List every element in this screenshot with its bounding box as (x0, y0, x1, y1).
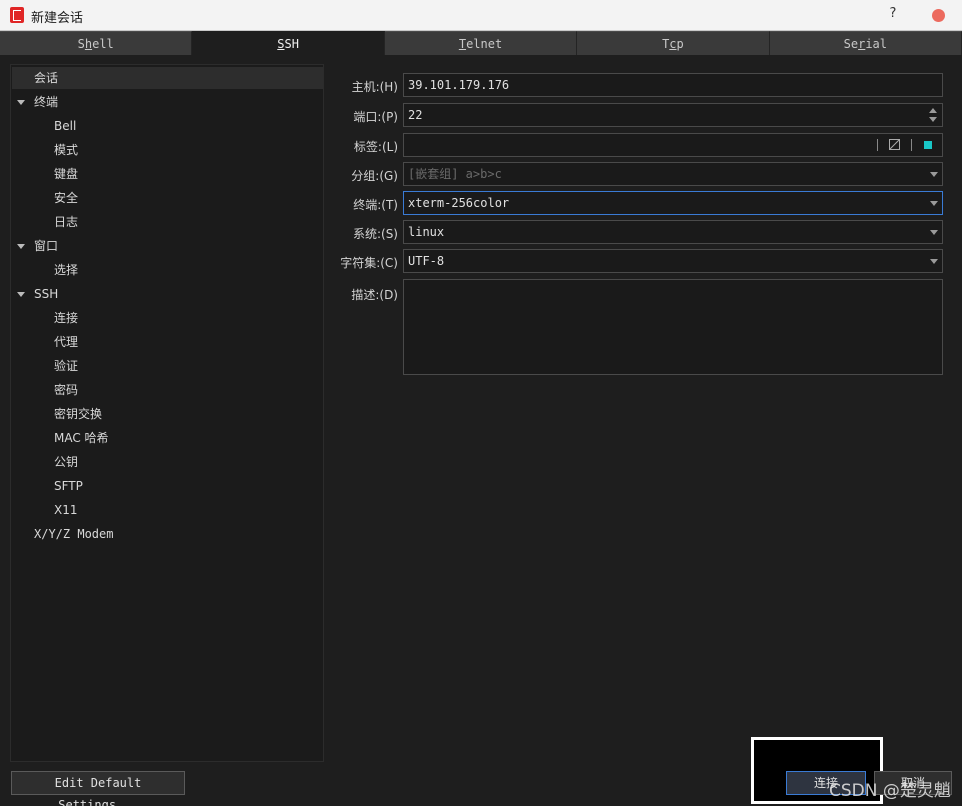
tree-item-selection[interactable]: 选择 (54, 259, 78, 281)
system-select[interactable]: linux (403, 220, 943, 244)
charset-label: 字符集:(C) (340, 256, 398, 270)
terminal-value: xterm-256color (408, 196, 510, 210)
tab-ssh[interactable]: SSH (192, 31, 385, 55)
chevron-down-icon[interactable] (930, 172, 938, 177)
chevron-down-icon[interactable] (930, 230, 938, 235)
charset-value: UTF-8 (408, 254, 445, 268)
port-value: 22 (408, 108, 423, 122)
tab-shell[interactable]: Shell (0, 31, 193, 55)
edit-default-settings-button[interactable]: Edit Default Settings... (11, 771, 185, 806)
app-logo-icon (10, 7, 24, 23)
tree-item-sftp[interactable]: SFTP (54, 475, 83, 497)
group-label: 分组:(G) (351, 169, 398, 183)
tree-item-session[interactable]: 会话 (12, 67, 323, 89)
divider (911, 139, 912, 151)
title-bar: 新建会话 ? (0, 0, 962, 31)
charset-select[interactable]: UTF-8 (403, 249, 943, 273)
description-label: 描述:(D) (351, 288, 398, 302)
tree-item-mode[interactable]: 模式 (54, 139, 78, 161)
spin-down-icon[interactable] (929, 117, 937, 122)
tree-item-keyboard[interactable]: 键盘 (54, 163, 78, 185)
tab-serial[interactable]: Serial (769, 31, 962, 55)
tab-telnet[interactable]: Telnet (384, 31, 578, 55)
protocol-tabs: Shell SSH Telnet Tcp Serial (0, 31, 962, 55)
terminal-select[interactable]: xterm-256color (403, 191, 943, 215)
tag-input[interactable] (403, 133, 943, 157)
divider (877, 139, 878, 151)
tab-tcp[interactable]: Tcp (577, 31, 770, 55)
terminal-label: 终端:(T) (353, 198, 398, 212)
tag-label: 标签:(L) (353, 140, 398, 154)
close-button[interactable] (932, 9, 945, 22)
system-value: linux (408, 225, 445, 239)
port-stepper[interactable]: 22 (403, 103, 943, 127)
chevron-down-icon[interactable] (930, 201, 938, 206)
system-label: 系统:(S) (352, 227, 398, 241)
expand-caret-icon[interactable] (17, 244, 25, 249)
port-label: 端口:(P) (353, 110, 398, 124)
tree-item-cipher[interactable]: 密码 (54, 379, 78, 401)
clear-tag-icon[interactable] (889, 139, 900, 150)
tree-item-bell[interactable]: Bell (54, 115, 76, 137)
spin-up-icon[interactable] (929, 108, 937, 113)
tag-color-swatch-icon[interactable] (924, 141, 932, 149)
tree-item-ssh[interactable]: SSH (34, 283, 58, 305)
group-placeholder: [嵌套组] a>b>c (408, 167, 502, 181)
tree-item-window[interactable]: 窗口 (34, 235, 58, 257)
expand-caret-icon[interactable] (17, 100, 25, 105)
help-button[interactable]: ? (885, 6, 901, 24)
tree-item-kex[interactable]: 密钥交换 (54, 403, 102, 425)
tree-item-pubkey[interactable]: 公钥 (54, 451, 78, 473)
tree-item-x11[interactable]: X11 (54, 499, 78, 521)
watermark: CSDN @楚灵魈 (829, 781, 951, 801)
tree-item-auth[interactable]: 验证 (54, 355, 78, 377)
tree-item-proxy[interactable]: 代理 (54, 331, 78, 353)
tree-item-log[interactable]: 日志 (54, 211, 78, 233)
tree-item-connection[interactable]: 连接 (54, 307, 78, 329)
expand-caret-icon[interactable] (17, 292, 25, 297)
tree-item-security[interactable]: 安全 (54, 187, 78, 209)
host-value: 39.101.179.176 (408, 78, 510, 92)
tree-item-terminal[interactable]: 终端 (34, 91, 58, 113)
settings-tree: 会话 终端 Bell 模式 键盘 安全 日志 窗口 选择 SSH 连接 代理 验… (10, 64, 324, 762)
tree-item-mac[interactable]: MAC 哈希 (54, 427, 109, 449)
chevron-down-icon[interactable] (930, 259, 938, 264)
group-select[interactable]: [嵌套组] a>b>c (403, 162, 943, 186)
host-label: 主机:(H) (351, 80, 398, 94)
window-title: 新建会话 (31, 11, 84, 26)
host-input[interactable]: 39.101.179.176 (403, 73, 943, 97)
tree-item-modem[interactable]: X/Y/Z Modem (34, 523, 113, 545)
description-textarea[interactable] (403, 279, 943, 375)
